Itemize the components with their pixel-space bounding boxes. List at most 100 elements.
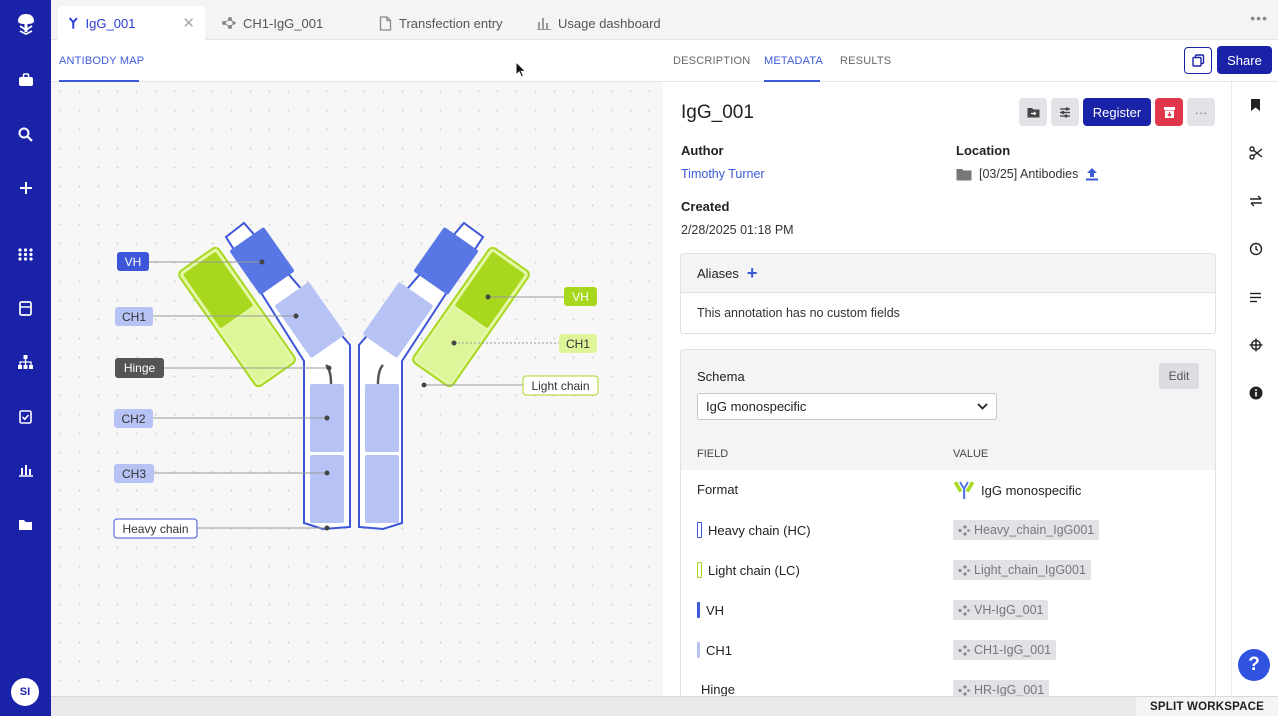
tab-results[interactable]: RESULTS	[840, 55, 891, 67]
tab-usage-dashboard[interactable]: Usage dashboard	[527, 6, 671, 40]
antibody-map-canvas[interactable]: VH CH1 Hinge CH2 CH3 Heavy chain VH CH1	[51, 82, 663, 696]
page-title: IgG_001	[681, 102, 754, 123]
label-text: VH	[572, 290, 589, 304]
swap-button[interactable]	[1232, 186, 1278, 216]
archive-icon	[1163, 106, 1175, 118]
field-label: Hinge	[701, 682, 735, 696]
history-button[interactable]	[1232, 234, 1278, 264]
label-text: CH1	[566, 337, 590, 351]
copy-button[interactable]	[1184, 47, 1212, 74]
location-link[interactable]: [03/25] Antibodies	[979, 167, 1078, 181]
entity-chip[interactable]: VH-IgG_001	[953, 600, 1049, 620]
aliases-section: Aliases + This annotation has no custom …	[680, 253, 1216, 334]
add-alias-icon[interactable]: +	[747, 264, 758, 282]
nav-inventory[interactable]	[0, 288, 51, 328]
scissors-button[interactable]	[1232, 138, 1278, 168]
help-button[interactable]: ?	[1238, 649, 1270, 681]
right-toolbar	[1231, 82, 1278, 696]
text-align-button[interactable]	[1232, 282, 1278, 312]
chip-label: CH1-IgG_001	[974, 643, 1052, 657]
adjust-button[interactable]	[1051, 98, 1079, 126]
author-link[interactable]: Timothy Turner	[681, 167, 765, 181]
move-to-folder-button[interactable]	[1019, 98, 1047, 126]
tab-antibody-map[interactable]: ANTIBODY MAP	[59, 55, 144, 67]
label-heavy-chain[interactable]: Heavy chain	[113, 518, 198, 539]
label-vh-right[interactable]: VH	[564, 287, 597, 306]
molecule-icon	[958, 684, 970, 696]
label-text: CH3	[122, 467, 146, 481]
folder-icon	[19, 519, 32, 530]
field-value: VH-IgG_001	[953, 600, 1049, 620]
history-icon	[1249, 242, 1262, 256]
ch1-swatch	[697, 642, 700, 658]
app-logo[interactable]	[0, 0, 51, 48]
field-name: VH	[697, 602, 724, 618]
upload-icon[interactable]	[1085, 167, 1099, 181]
tab-igg-001[interactable]: IgG_001 ✕	[58, 6, 205, 40]
archive-button[interactable]	[1155, 98, 1183, 126]
field-label: Heavy chain (HC)	[708, 522, 811, 538]
split-workspace-button[interactable]: SPLIT WORKSPACE	[1136, 697, 1278, 716]
text-lines-icon	[1250, 292, 1261, 302]
entity-chip[interactable]: Heavy_chain_IgG001	[953, 520, 1100, 540]
table-row: Format IgG monospecific	[681, 470, 1215, 510]
ch3-domain-left[interactable]	[310, 455, 344, 523]
bookmark-icon	[1251, 99, 1260, 111]
share-button[interactable]: Share	[1217, 46, 1272, 74]
label-hinge[interactable]: Hinge	[115, 358, 164, 378]
nav-insights[interactable]	[0, 450, 51, 490]
field-value: HR-IgG_001	[953, 680, 1050, 696]
user-avatar[interactable]: SI	[11, 678, 39, 706]
schema-dropdown[interactable]: IgG monospecific	[697, 393, 997, 420]
heavy-chain-right[interactable]	[358, 221, 485, 531]
tab-description[interactable]: DESCRIPTION	[673, 55, 750, 67]
bookmark-button[interactable]	[1232, 90, 1278, 120]
close-icon[interactable]: ✕	[182, 14, 195, 32]
label-ch2[interactable]: CH2	[114, 409, 153, 428]
chevron-down-icon	[977, 403, 988, 410]
info-button[interactable]	[1232, 378, 1278, 408]
ch3-domain-right[interactable]	[365, 455, 399, 523]
nav-projects[interactable]	[0, 60, 51, 100]
field-label: VH	[706, 602, 725, 618]
tab-transfection-entry[interactable]: Transfection entry	[369, 6, 513, 40]
chip-label: Light_chain_IgG001	[974, 563, 1086, 577]
label-ch3[interactable]: CH3	[114, 464, 154, 483]
entity-chip[interactable]: HR-IgG_001	[953, 680, 1050, 696]
briefcase-icon	[18, 73, 33, 86]
register-button[interactable]: Register	[1083, 98, 1151, 126]
nav-folders[interactable]	[0, 504, 51, 544]
entity-chip[interactable]: CH1-IgG_001	[953, 640, 1057, 660]
target-button[interactable]	[1232, 330, 1278, 360]
ch2-domain-right[interactable]	[365, 384, 399, 452]
label-ch1-left[interactable]: CH1	[115, 307, 153, 326]
bottom-bar: SPLIT WORKSPACE	[51, 696, 1278, 716]
label-vh-left[interactable]: VH	[117, 252, 149, 271]
edit-schema-button[interactable]: Edit	[1159, 363, 1199, 389]
nav-search[interactable]	[0, 114, 51, 154]
nav-apps[interactable]	[0, 234, 51, 274]
label-light-chain[interactable]: Light chain	[522, 375, 599, 396]
nav-hierarchy[interactable]	[0, 342, 51, 382]
entity-chip[interactable]: Light_chain_IgG001	[953, 560, 1091, 580]
chip-label: Heavy_chain_IgG001	[974, 523, 1095, 537]
molecule-icon	[222, 17, 236, 29]
info-icon	[1249, 386, 1262, 400]
tab-metadata[interactable]: METADATA	[764, 55, 823, 67]
tab-label: Transfection entry	[399, 15, 503, 31]
grid-icon	[18, 247, 33, 261]
heavy-chain-left[interactable]	[224, 221, 351, 531]
more-tabs-icon[interactable]: •••	[1250, 10, 1268, 26]
antibody-icon	[953, 481, 975, 499]
label-ch1-right[interactable]: CH1	[559, 334, 597, 353]
folder-move-icon	[1027, 107, 1039, 117]
table-row: Hinge HR-IgG_001	[681, 670, 1215, 696]
map-header: ANTIBODY MAP	[51, 40, 663, 82]
nav-create[interactable]	[0, 168, 51, 208]
more-actions-button[interactable]: ···	[1187, 98, 1215, 126]
tab-ch1-igg-001[interactable]: CH1-IgG_001	[211, 6, 333, 40]
schema-section: Schema Edit IgG monospecific FIELD VALUE…	[680, 349, 1216, 696]
scissors-icon	[1248, 146, 1262, 160]
nav-tasks[interactable]	[0, 396, 51, 436]
tab-label: Usage dashboard	[558, 15, 661, 31]
